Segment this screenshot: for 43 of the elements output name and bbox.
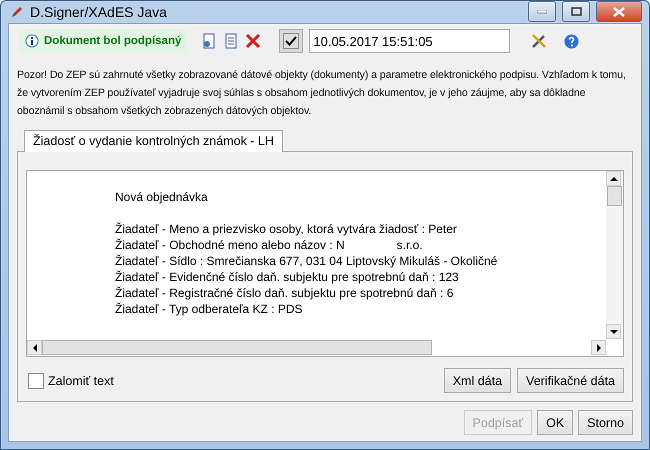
- document-line: Žiadateľ - Typ odberateľa KZ : PDS: [115, 301, 303, 317]
- pen-icon: [10, 5, 24, 19]
- maximize-button[interactable]: [562, 1, 590, 22]
- tools-icon[interactable]: [530, 32, 548, 50]
- document-heading: Nová objednávka: [115, 189, 209, 205]
- dialog-button[interactable]: OK: [537, 410, 574, 435]
- window-title: D.Signer/XAdES Java: [30, 4, 168, 20]
- document-line: Žiadateľ - Sídlo : Smrečianska 677, 031 04 Liptovský Mikuláš - Okoličné: [115, 253, 498, 269]
- scroll-left-button[interactable]: [27, 340, 42, 355]
- warning-text: Pozor! Do ZEP sú zahrnuté všetky zobrazované dátové objekty (dokumenty) a parametre elektronického podpisu. Vzhľadom k tomu, že vytvorením ZEP používateľ vyjadruje svoj súhlas s obsahom jednotlivých dokumentov, je v jeho záujme, aby sa dôkladne oboznámil s obsahom všetkých zobrazených dátových objektov.: [17, 68, 627, 119]
- triangle-icon: [30, 344, 38, 352]
- delete-icon[interactable]: [245, 33, 262, 49]
- minimize-icon: [537, 10, 547, 14]
- document-line: Žiadateľ - Meno a priezvisko osoby, ktorá vytvára žiadosť : Peter: [115, 221, 457, 237]
- scroll-thumb[interactable]: [42, 340, 432, 355]
- scroll-up-button[interactable]: [606, 171, 621, 186]
- minimize-button[interactable]: [528, 1, 556, 22]
- wrap-label: Zalomiť text: [48, 374, 114, 388]
- document-icon[interactable]: [223, 33, 240, 49]
- maximize-icon: [570, 7, 582, 16]
- check-icon: [285, 36, 298, 46]
- wrap-checkbox[interactable]: [28, 372, 44, 388]
- info-icon: [25, 34, 39, 48]
- horizontal-scrollbar[interactable]: [27, 339, 606, 356]
- scroll-down-button[interactable]: [606, 324, 621, 339]
- scroll-thumb[interactable]: [607, 186, 622, 206]
- document-line: Žiadateľ - Evidenčné číslo daň. subjektu pre spotrebnú daň : 123: [115, 269, 459, 285]
- document-line: Žiadateľ - Obchodné meno alebo názov : N: [115, 237, 345, 253]
- close-button[interactable]: [596, 1, 642, 22]
- data-button[interactable]: Verifikačné dáta: [517, 368, 624, 393]
- timestamp-field[interactable]: 10.05.2017 15:51:05: [309, 29, 510, 53]
- document-line: Žiadateľ - Registračné číslo daň. subjektu pre spotrebnú daň : 6: [115, 285, 454, 301]
- status-text: Dokument bol podpísaný: [44, 35, 182, 47]
- document-tab[interactable]: Žiadosť o vydanie kontrolných známok - LH: [24, 130, 283, 152]
- vertical-scrollbar[interactable]: [606, 171, 623, 339]
- data-button[interactable]: Xml dáta: [444, 368, 512, 393]
- help-icon[interactable]: [564, 34, 580, 48]
- document-line: s.r.o.: [396, 237, 423, 253]
- triangle-icon: [610, 174, 618, 182]
- close-icon: [613, 6, 625, 16]
- dialog-button[interactable]: Storno: [578, 410, 633, 435]
- timestamp-checkbox[interactable]: [279, 29, 304, 53]
- scroll-right-button[interactable]: [591, 340, 606, 355]
